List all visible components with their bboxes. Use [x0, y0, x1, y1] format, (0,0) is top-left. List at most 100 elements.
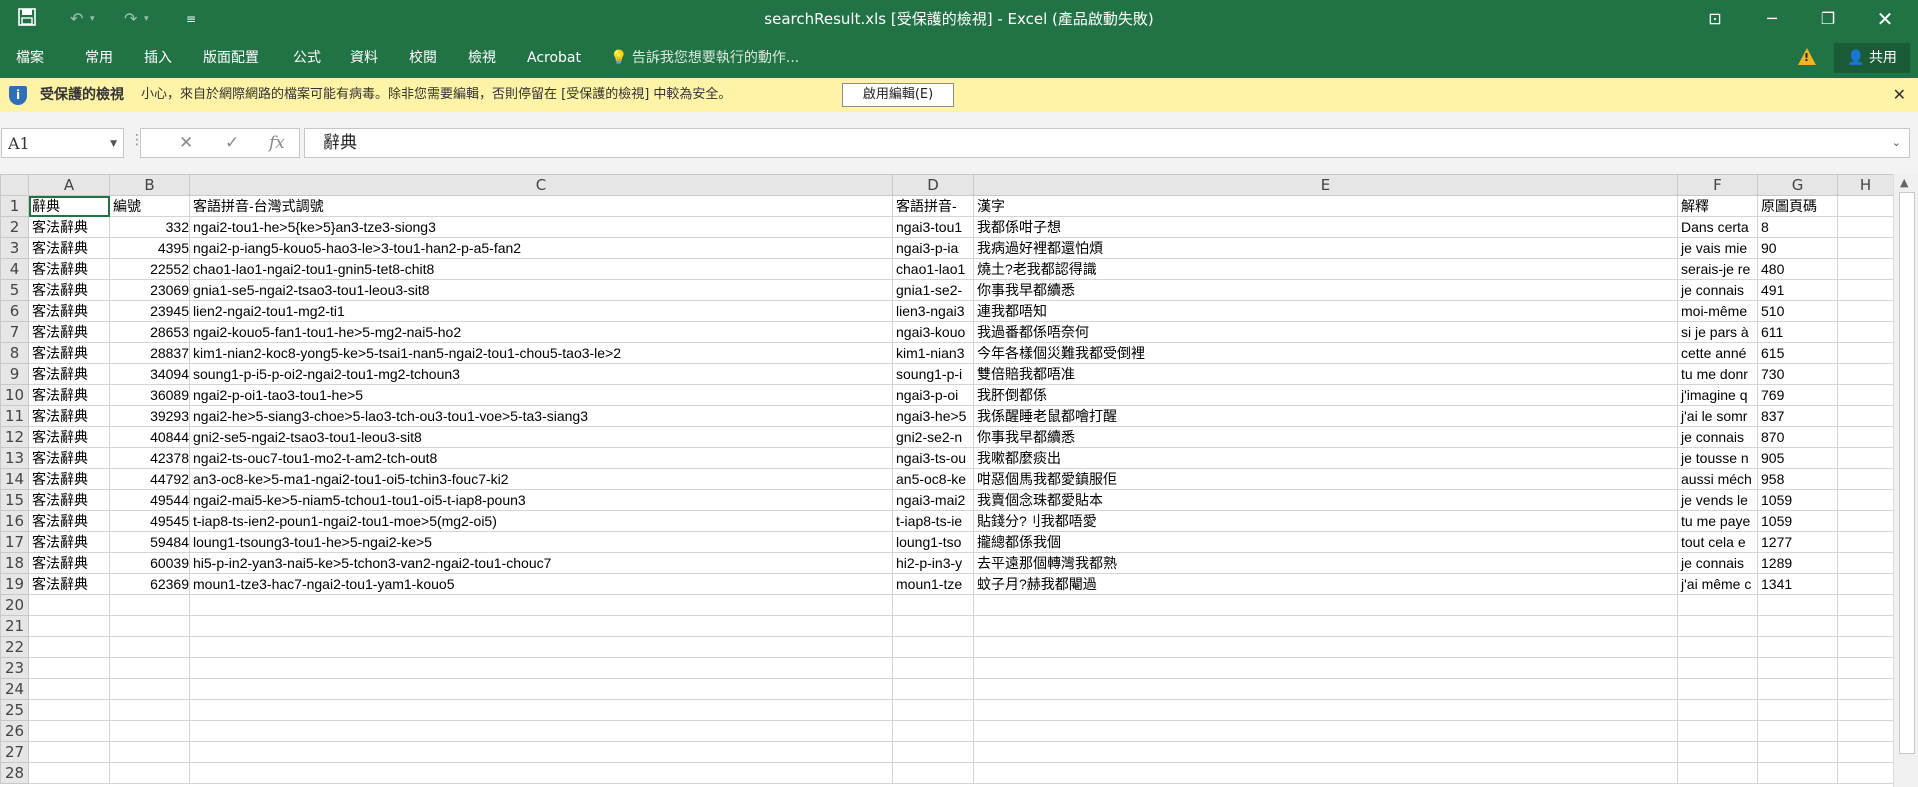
cell-c1[interactable]: 客語拼音-台灣式調號	[189, 195, 893, 217]
cell-c20[interactable]	[189, 594, 893, 616]
cell-b14[interactable]: 44792	[109, 468, 190, 490]
cell-c15[interactable]: ngai2-mai5-ke>5-niam5-tchou1-tou1-oi5-t-…	[189, 489, 893, 511]
cancel-icon[interactable]: ✕	[179, 129, 193, 157]
cell-h27[interactable]	[1837, 741, 1893, 763]
cell-f5[interactable]: je connais	[1677, 279, 1758, 301]
cell-a3[interactable]: 客法辭典	[28, 237, 110, 259]
cell-d18[interactable]: hi2-p-in3-y	[892, 552, 974, 574]
cell-h9[interactable]	[1837, 363, 1893, 385]
cell-c28[interactable]	[189, 762, 893, 784]
row-header[interactable]: 25	[0, 699, 29, 721]
cell-d9[interactable]: soung1-p-i	[892, 363, 974, 385]
cell-f17[interactable]: tout cela e	[1677, 531, 1758, 553]
cell-f15[interactable]: je vends le	[1677, 489, 1758, 511]
cell-g21[interactable]	[1757, 615, 1838, 637]
cell-g6[interactable]: 510	[1757, 300, 1838, 322]
row-header[interactable]: 6	[0, 300, 29, 322]
cell-a7[interactable]: 客法辭典	[28, 321, 110, 343]
cell-d7[interactable]: ngai3-kouo	[892, 321, 974, 343]
cell-d15[interactable]: ngai3-mai2	[892, 489, 974, 511]
cell-b20[interactable]	[109, 594, 190, 616]
cell-e5[interactable]: 你事我早都續悉	[973, 279, 1678, 301]
row-header[interactable]: 22	[0, 636, 29, 658]
cell-d26[interactable]	[892, 720, 974, 742]
cell-e28[interactable]	[973, 762, 1678, 784]
cell-d13[interactable]: ngai3-ts-ou	[892, 447, 974, 469]
cell-f10[interactable]: j'imagine q	[1677, 384, 1758, 406]
cell-h10[interactable]	[1837, 384, 1893, 406]
cell-g1[interactable]: 原圖頁碼	[1757, 195, 1838, 217]
cell-f7[interactable]: si je pars à	[1677, 321, 1758, 343]
cell-d21[interactable]	[892, 615, 974, 637]
cell-g16[interactable]: 1059	[1757, 510, 1838, 532]
cell-h19[interactable]	[1837, 573, 1893, 595]
expand-formula-bar-icon[interactable]: ⌄	[1892, 129, 1901, 157]
column-header-h[interactable]: H	[1837, 174, 1893, 196]
restore-icon[interactable]: ❐	[1803, 0, 1853, 38]
row-header[interactable]: 16	[0, 510, 29, 532]
cell-e1[interactable]: 漢字	[973, 195, 1678, 217]
row-header[interactable]: 18	[0, 552, 29, 574]
cell-g18[interactable]: 1289	[1757, 552, 1838, 574]
cell-f14[interactable]: aussi méch	[1677, 468, 1758, 490]
row-header[interactable]: 17	[0, 531, 29, 553]
cell-b18[interactable]: 60039	[109, 552, 190, 574]
row-header[interactable]: 2	[0, 216, 29, 238]
cell-a20[interactable]	[28, 594, 110, 616]
cell-a14[interactable]: 客法辭典	[28, 468, 110, 490]
scrollbar-thumb[interactable]	[1899, 192, 1915, 754]
cell-a15[interactable]: 客法辭典	[28, 489, 110, 511]
cell-g23[interactable]	[1757, 657, 1838, 679]
cell-a28[interactable]	[28, 762, 110, 784]
cell-c23[interactable]	[189, 657, 893, 679]
cell-g22[interactable]	[1757, 636, 1838, 658]
cell-f9[interactable]: tu me donr	[1677, 363, 1758, 385]
cell-b24[interactable]	[109, 678, 190, 700]
column-header-b[interactable]: B	[109, 174, 190, 196]
cell-e27[interactable]	[973, 741, 1678, 763]
cell-c9[interactable]: soung1-p-i5-p-oi2-ngai2-tou1-mg2-tchoun3	[189, 363, 893, 385]
cell-a4[interactable]: 客法辭典	[28, 258, 110, 280]
cell-h12[interactable]	[1837, 426, 1893, 448]
cell-c3[interactable]: ngai2-p-iang5-kouo5-hao3-le>3-tou1-han2-…	[189, 237, 893, 259]
cell-f28[interactable]	[1677, 762, 1758, 784]
cell-e2[interactable]: 我都係咁子想	[973, 216, 1678, 238]
cell-h8[interactable]	[1837, 342, 1893, 364]
row-header[interactable]: 24	[0, 678, 29, 700]
cell-f22[interactable]	[1677, 636, 1758, 658]
insert-function-icon[interactable]: fx	[269, 129, 285, 157]
tab-data[interactable]: 資料	[350, 38, 378, 78]
cell-b28[interactable]	[109, 762, 190, 784]
tab-page-layout[interactable]: 版面配置	[203, 38, 259, 78]
cell-e9[interactable]: 雙倍賠我都唔准	[973, 363, 1678, 385]
tab-formulas[interactable]: 公式	[293, 38, 321, 78]
cell-f21[interactable]	[1677, 615, 1758, 637]
cell-e8[interactable]: 今年各樣個災難我都受倒裡	[973, 342, 1678, 364]
cell-f27[interactable]	[1677, 741, 1758, 763]
cell-g15[interactable]: 1059	[1757, 489, 1838, 511]
cell-d24[interactable]	[892, 678, 974, 700]
row-header[interactable]: 12	[0, 426, 29, 448]
cell-e17[interactable]: 攏總都係我個	[973, 531, 1678, 553]
cell-c18[interactable]: hi5-p-in2-yan3-nai5-ke>5-tchon3-van2-nga…	[189, 552, 893, 574]
cell-h26[interactable]	[1837, 720, 1893, 742]
cell-h24[interactable]	[1837, 678, 1893, 700]
cell-h15[interactable]	[1837, 489, 1893, 511]
cell-c25[interactable]	[189, 699, 893, 721]
cell-b6[interactable]: 23945	[109, 300, 190, 322]
cell-b22[interactable]	[109, 636, 190, 658]
cell-c21[interactable]	[189, 615, 893, 637]
cell-f16[interactable]: tu me paye	[1677, 510, 1758, 532]
row-header[interactable]: 26	[0, 720, 29, 742]
cell-h4[interactable]	[1837, 258, 1893, 280]
enter-icon[interactable]: ✓	[225, 129, 239, 157]
cell-a19[interactable]: 客法辭典	[28, 573, 110, 595]
cell-g12[interactable]: 870	[1757, 426, 1838, 448]
cell-e19[interactable]: 蚊子月?赫我都閹過	[973, 573, 1678, 595]
cell-g24[interactable]	[1757, 678, 1838, 700]
row-header[interactable]: 27	[0, 741, 29, 763]
cell-f2[interactable]: Dans certa	[1677, 216, 1758, 238]
row-header[interactable]: 3	[0, 237, 29, 259]
cell-d28[interactable]	[892, 762, 974, 784]
row-header[interactable]: 20	[0, 594, 29, 616]
